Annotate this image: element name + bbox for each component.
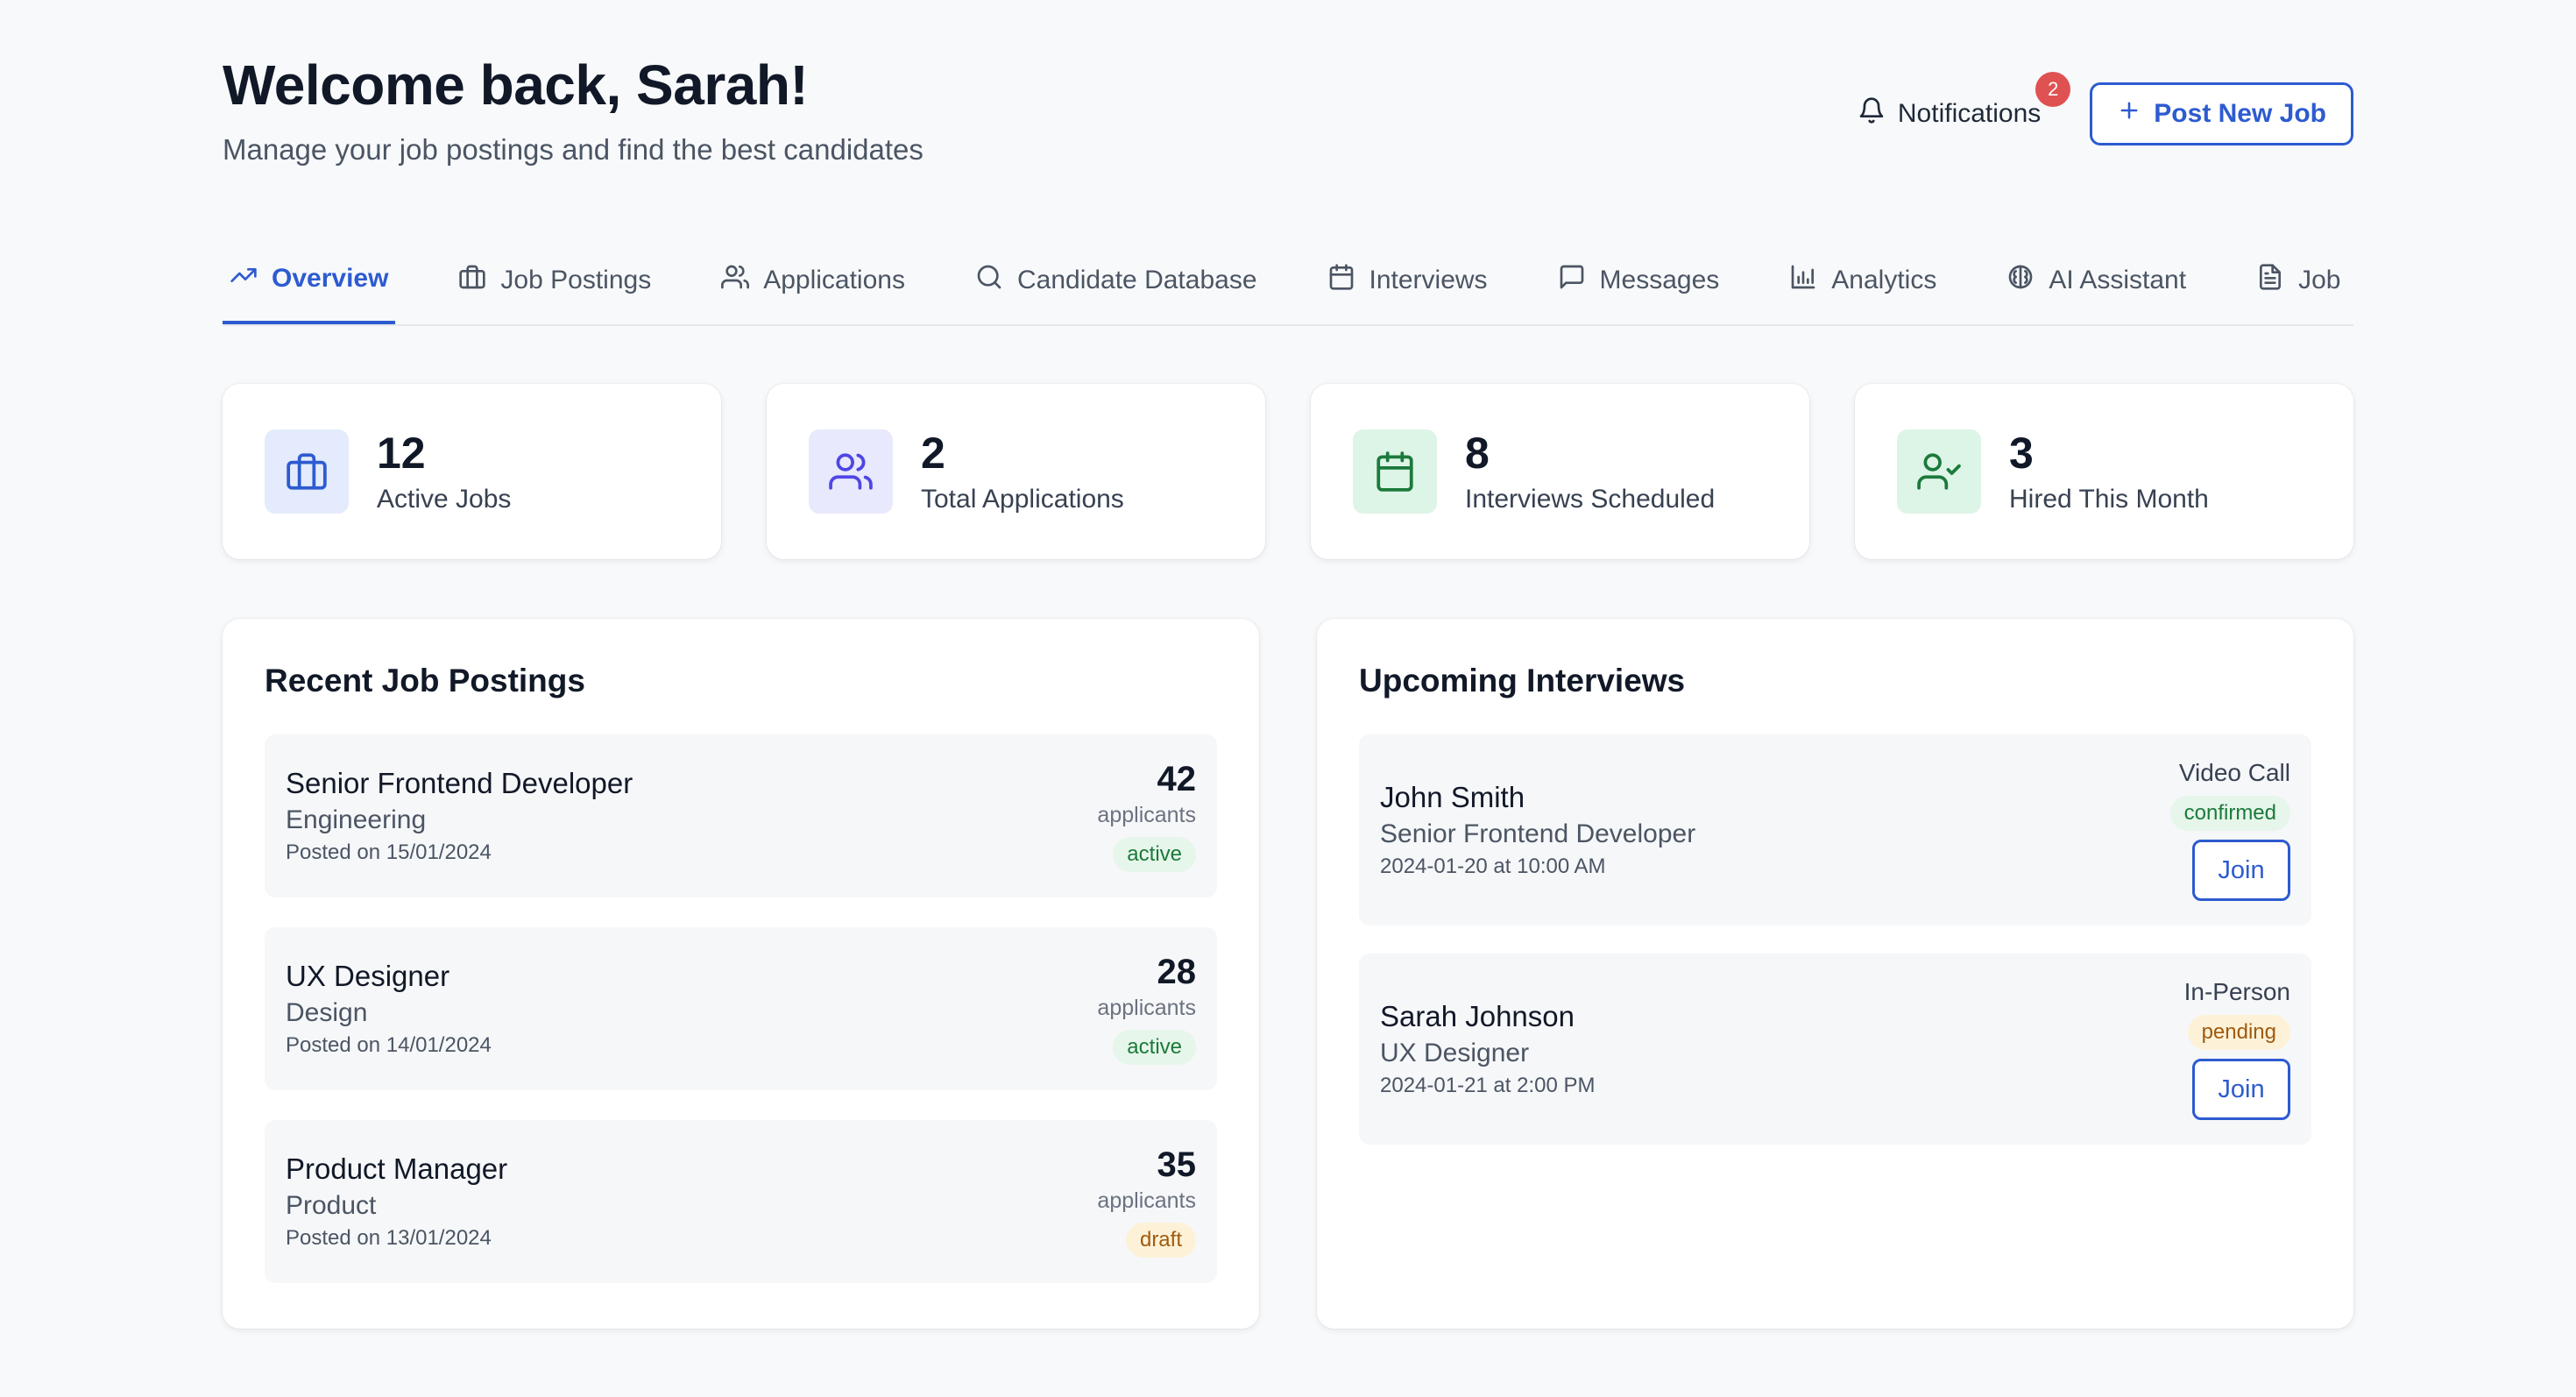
tab-job-postings[interactable]: Job Postings (451, 237, 658, 324)
interview-time: 2024-01-20 at 10:00 AM (1380, 855, 1606, 878)
tab-interviews[interactable]: Interviews (1320, 237, 1495, 324)
tab-label: Analytics (1831, 266, 1937, 294)
applicant-count: 28 (1157, 953, 1197, 991)
tab-ai-assistant[interactable]: AI Assistant (1999, 237, 2193, 324)
calendar-icon (1353, 429, 1437, 514)
stat-value: 8 (1465, 428, 1490, 478)
briefcase-icon (458, 263, 486, 298)
page-subtitle: Manage your job postings and find the be… (223, 133, 924, 166)
panel-title: Upcoming Interviews (1359, 663, 1686, 698)
stat-card-interviews-scheduled: 8 Interviews Scheduled (1311, 384, 1809, 559)
applicants-label: applicants (1097, 996, 1196, 1020)
stat-card-hired-this-month: 3 Hired This Month (1855, 384, 2353, 559)
candidate-role: Senior Frontend Developer (1380, 819, 1696, 848)
job-posted-date: Posted on 15/01/2024 (286, 840, 492, 864)
notifications-label: Notifications (1897, 99, 2042, 128)
job-posting-item[interactable]: UX Designer Design Posted on 14/01/2024 … (265, 927, 1217, 1090)
tab-label: Interviews (1369, 266, 1488, 294)
user-check-icon (1897, 429, 1981, 514)
job-department: Engineering (286, 805, 427, 834)
users-icon (809, 429, 893, 514)
stat-card-total-applications: 2 Total Applications (767, 384, 1265, 559)
job-posting-item[interactable]: Product Manager Product Posted on 13/01/… (265, 1120, 1217, 1283)
tab-label: Candidate Database (1016, 266, 1257, 294)
candidate-name: John Smith (1380, 781, 1525, 813)
post-new-job-button[interactable]: Post New Job (2090, 82, 2353, 145)
stat-card-active-jobs: 12 Active Jobs (223, 384, 721, 559)
interview-time: 2024-01-21 at 2:00 PM (1380, 1074, 1596, 1097)
calendar-icon (1327, 263, 1355, 298)
applicant-count: 35 (1157, 1145, 1197, 1184)
interview-type: Video Call (2178, 759, 2290, 786)
stats-row: 12 Active Jobs 2 Total Applications 8 In… (223, 384, 2353, 559)
main-tabs: Overview Job Postings Applications Candi… (223, 237, 2353, 326)
stat-label: Hired This Month (2009, 484, 2209, 514)
applicants-label: applicants (1097, 1188, 1196, 1213)
briefcase-icon (265, 429, 349, 514)
interview-type: In-Person (2183, 978, 2290, 1005)
job-department: Product (286, 1191, 377, 1220)
post-new-job-label: Post New Job (2154, 99, 2326, 128)
job-department: Design (286, 998, 368, 1027)
job-posted-date: Posted on 13/01/2024 (286, 1226, 492, 1250)
tab-label: Applications (763, 266, 905, 294)
notifications-count-badge: 2 (2035, 72, 2071, 107)
interview-item: John Smith Senior Frontend Developer 202… (1359, 734, 2311, 925)
tab-applications[interactable]: Applications (714, 237, 912, 324)
recent-job-postings-panel: Recent Job Postings Senior Frontend Deve… (223, 619, 1259, 1329)
status-badge: confirmed (2169, 796, 2290, 831)
interview-item: Sarah Johnson UX Designer 2024-01-21 at … (1359, 954, 2311, 1145)
plus-icon (2117, 98, 2141, 130)
page-title: Welcome back, Sarah! (223, 53, 809, 117)
job-posting-item[interactable]: Senior Frontend Developer Engineering Po… (265, 734, 1217, 897)
page-header: Welcome back, Sarah! Manage your job pos… (223, 0, 2353, 219)
stat-value: 3 (2009, 428, 2034, 478)
candidate-name: Sarah Johnson (1380, 1000, 1575, 1032)
tab-job[interactable]: Job (2249, 237, 2347, 324)
tab-label: Job (2298, 266, 2341, 294)
stat-label: Active Jobs (377, 484, 512, 514)
panels-row: Recent Job Postings Senior Frontend Deve… (223, 619, 2353, 1329)
tab-label: Job Postings (500, 266, 652, 294)
status-badge: pending (2187, 1015, 2290, 1050)
status-badge: draft (1125, 1223, 1196, 1258)
job-title: UX Designer (286, 960, 450, 992)
stat-value: 12 (377, 428, 426, 478)
brain-icon (2006, 263, 2035, 298)
stat-value: 2 (921, 428, 945, 478)
stat-label: Total Applications (921, 484, 1124, 514)
job-title: Senior Frontend Developer (286, 767, 633, 799)
tab-label: Messages (1599, 266, 1720, 294)
notifications-button[interactable]: Notifications 2 (1858, 72, 2071, 131)
tab-overview[interactable]: Overview (223, 237, 396, 324)
upcoming-interviews-panel: Upcoming Interviews John Smith Senior Fr… (1317, 619, 2353, 1329)
status-badge: active (1113, 1030, 1196, 1065)
applicant-count: 42 (1157, 760, 1197, 798)
panel-title: Recent Job Postings (265, 663, 585, 698)
status-badge: active (1113, 837, 1196, 872)
users-icon (721, 263, 750, 298)
dashboard: Welcome back, Sarah! Manage your job pos… (223, 0, 2353, 1329)
search-icon (975, 263, 1003, 298)
tab-analytics[interactable]: Analytics (1782, 237, 1943, 324)
join-button[interactable]: Join (2192, 840, 2290, 901)
message-icon (1558, 263, 1586, 298)
applicants-label: applicants (1097, 803, 1196, 827)
tab-messages[interactable]: Messages (1551, 237, 1727, 324)
document-icon (2256, 263, 2284, 298)
tab-label: AI Assistant (2049, 266, 2187, 294)
candidate-role: UX Designer (1380, 1039, 1530, 1067)
tab-label: Overview (272, 264, 389, 293)
job-posted-date: Posted on 14/01/2024 (286, 1033, 492, 1057)
bar-chart-icon (1789, 263, 1817, 298)
stat-label: Interviews Scheduled (1465, 484, 1716, 514)
tab-candidate-database[interactable]: Candidate Database (968, 237, 1264, 324)
bell-icon (1858, 96, 1886, 131)
trending-up-icon (230, 261, 258, 296)
header-actions: Notifications 2 Post New Job (1858, 72, 2353, 145)
join-button[interactable]: Join (2192, 1059, 2290, 1120)
job-title: Product Manager (286, 1152, 508, 1185)
